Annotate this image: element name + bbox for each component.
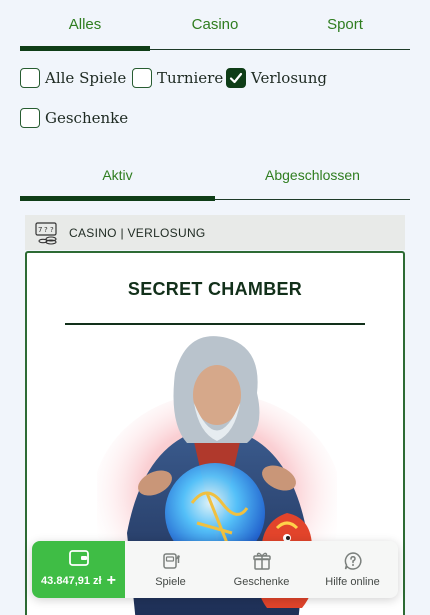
category-tabs: Alles Casino Sport <box>20 0 410 51</box>
wallet-icon <box>68 550 89 566</box>
nav-hilfe-online[interactable]: Hilfe online <box>307 541 398 598</box>
svg-text:?: ? <box>50 226 54 234</box>
checkmark-icon <box>229 72 243 84</box>
filter-alle-spiele[interactable]: Alle Spiele <box>20 68 126 88</box>
tab-aktiv[interactable]: Aktiv <box>20 155 215 201</box>
nav-label: Hilfe online <box>325 576 380 588</box>
title-divider <box>65 323 365 325</box>
nav-label: Spiele <box>155 576 186 588</box>
status-tabs: Aktiv Abgeschlossen <box>20 155 410 201</box>
gift-icon <box>252 552 271 570</box>
filter-label: Alle Spiele <box>45 69 127 87</box>
help-chat-icon <box>344 552 361 570</box>
nav-geschenke[interactable]: Geschenke <box>216 541 307 598</box>
bottom-nav: 43.847,91 zł + Spiele Geschenke Hilfe on… <box>32 541 398 598</box>
balance-amount: 43.847,91 zł <box>41 575 102 587</box>
balance-button[interactable]: 43.847,91 zł + <box>32 541 125 598</box>
filter-label: Geschenke <box>45 109 129 127</box>
checkbox[interactable] <box>132 68 152 88</box>
filter-label: Turniere <box>157 69 224 87</box>
tab-abgeschlossen[interactable]: Abgeschlossen <box>215 155 410 199</box>
nav-spiele[interactable]: Spiele <box>125 541 216 598</box>
checkbox-checked[interactable] <box>226 68 246 88</box>
promo-category-header: 7 ? ? CASINO | VERLOSUNG <box>25 215 405 250</box>
tab-casino[interactable]: Casino <box>150 0 280 49</box>
svg-text:7: 7 <box>38 226 42 234</box>
filter-verlosung[interactable]: Verlosung <box>226 68 327 88</box>
slot-icon <box>162 553 180 569</box>
filter-geschenke[interactable]: Geschenke <box>20 108 128 128</box>
svg-text:?: ? <box>44 226 48 234</box>
filter-label: Verlosung <box>251 69 327 87</box>
promo-title: SECRET CHAMBER <box>127 279 303 299</box>
plus-icon: + <box>106 572 116 589</box>
slot-machine-icon: 7 ? ? <box>35 221 57 245</box>
tab-alles[interactable]: Alles <box>20 0 150 51</box>
promo-category: CASINO | VERLOSUNG <box>69 225 206 240</box>
tab-sport[interactable]: Sport <box>280 0 410 49</box>
filter-turniere[interactable]: Turniere <box>132 68 223 88</box>
checkbox[interactable] <box>20 108 40 128</box>
checkbox[interactable] <box>20 68 40 88</box>
nav-label: Geschenke <box>233 576 290 588</box>
